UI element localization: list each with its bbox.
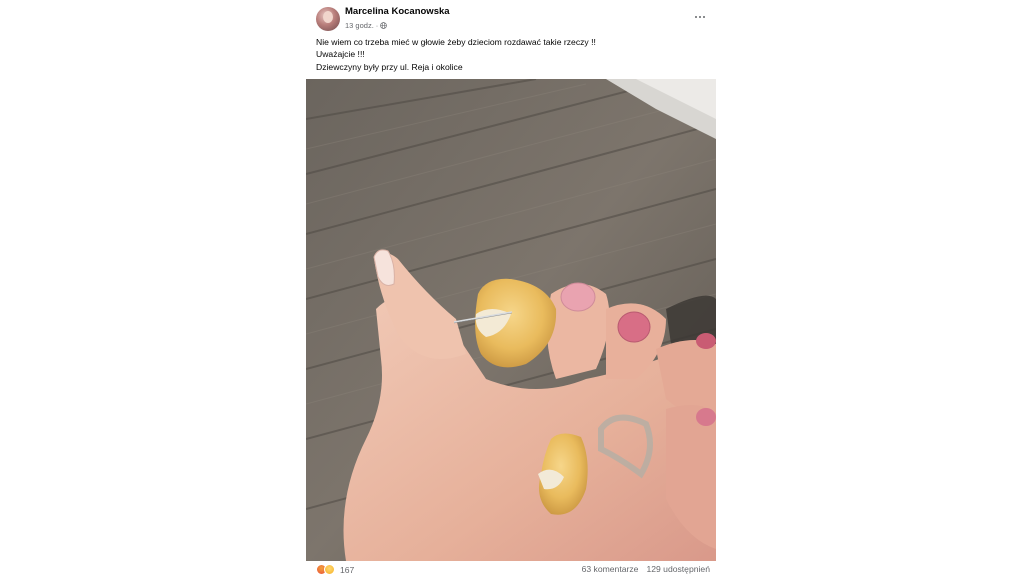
- feed-post: Marcelina Kocanowska 13 godz. · Nie wiem…: [306, 0, 716, 576]
- post-timestamp[interactable]: 13 godz.: [345, 21, 374, 30]
- globe-icon[interactable]: [380, 22, 388, 29]
- wow-reaction-icon: [324, 564, 335, 575]
- post-meta: 13 godz. ·: [345, 21, 388, 30]
- post-text-line-1: Nie wiem co trzeba mieć w głowie żeby dz…: [316, 37, 596, 47]
- shares-count[interactable]: 129 udostępnień: [646, 564, 710, 574]
- author-avatar[interactable]: [316, 7, 340, 31]
- more-options-icon[interactable]: [692, 11, 708, 23]
- reaction-count[interactable]: 167: [340, 565, 354, 575]
- engagement-counts: 63 komentarze 129 udostępnień: [582, 564, 710, 574]
- post-header: Marcelina Kocanowska 13 godz. ·: [314, 5, 714, 35]
- post-text: Nie wiem co trzeba mieć w głowie żeby dz…: [316, 36, 711, 73]
- reaction-icons: [316, 564, 336, 575]
- post-photo[interactable]: [306, 79, 716, 561]
- reactions-summary[interactable]: 167: [316, 564, 354, 575]
- author-name[interactable]: Marcelina Kocanowska: [345, 6, 450, 17]
- comments-count[interactable]: 63 komentarze: [582, 564, 639, 574]
- post-footer: 167 63 komentarze 129 udostępnień: [306, 564, 716, 576]
- meta-separator: ·: [375, 21, 379, 30]
- post-text-line-3: Dziewczyny były przy ul. Reja i okolice: [316, 61, 463, 72]
- post-text-line-2: Uważajcie !!!: [316, 49, 365, 60]
